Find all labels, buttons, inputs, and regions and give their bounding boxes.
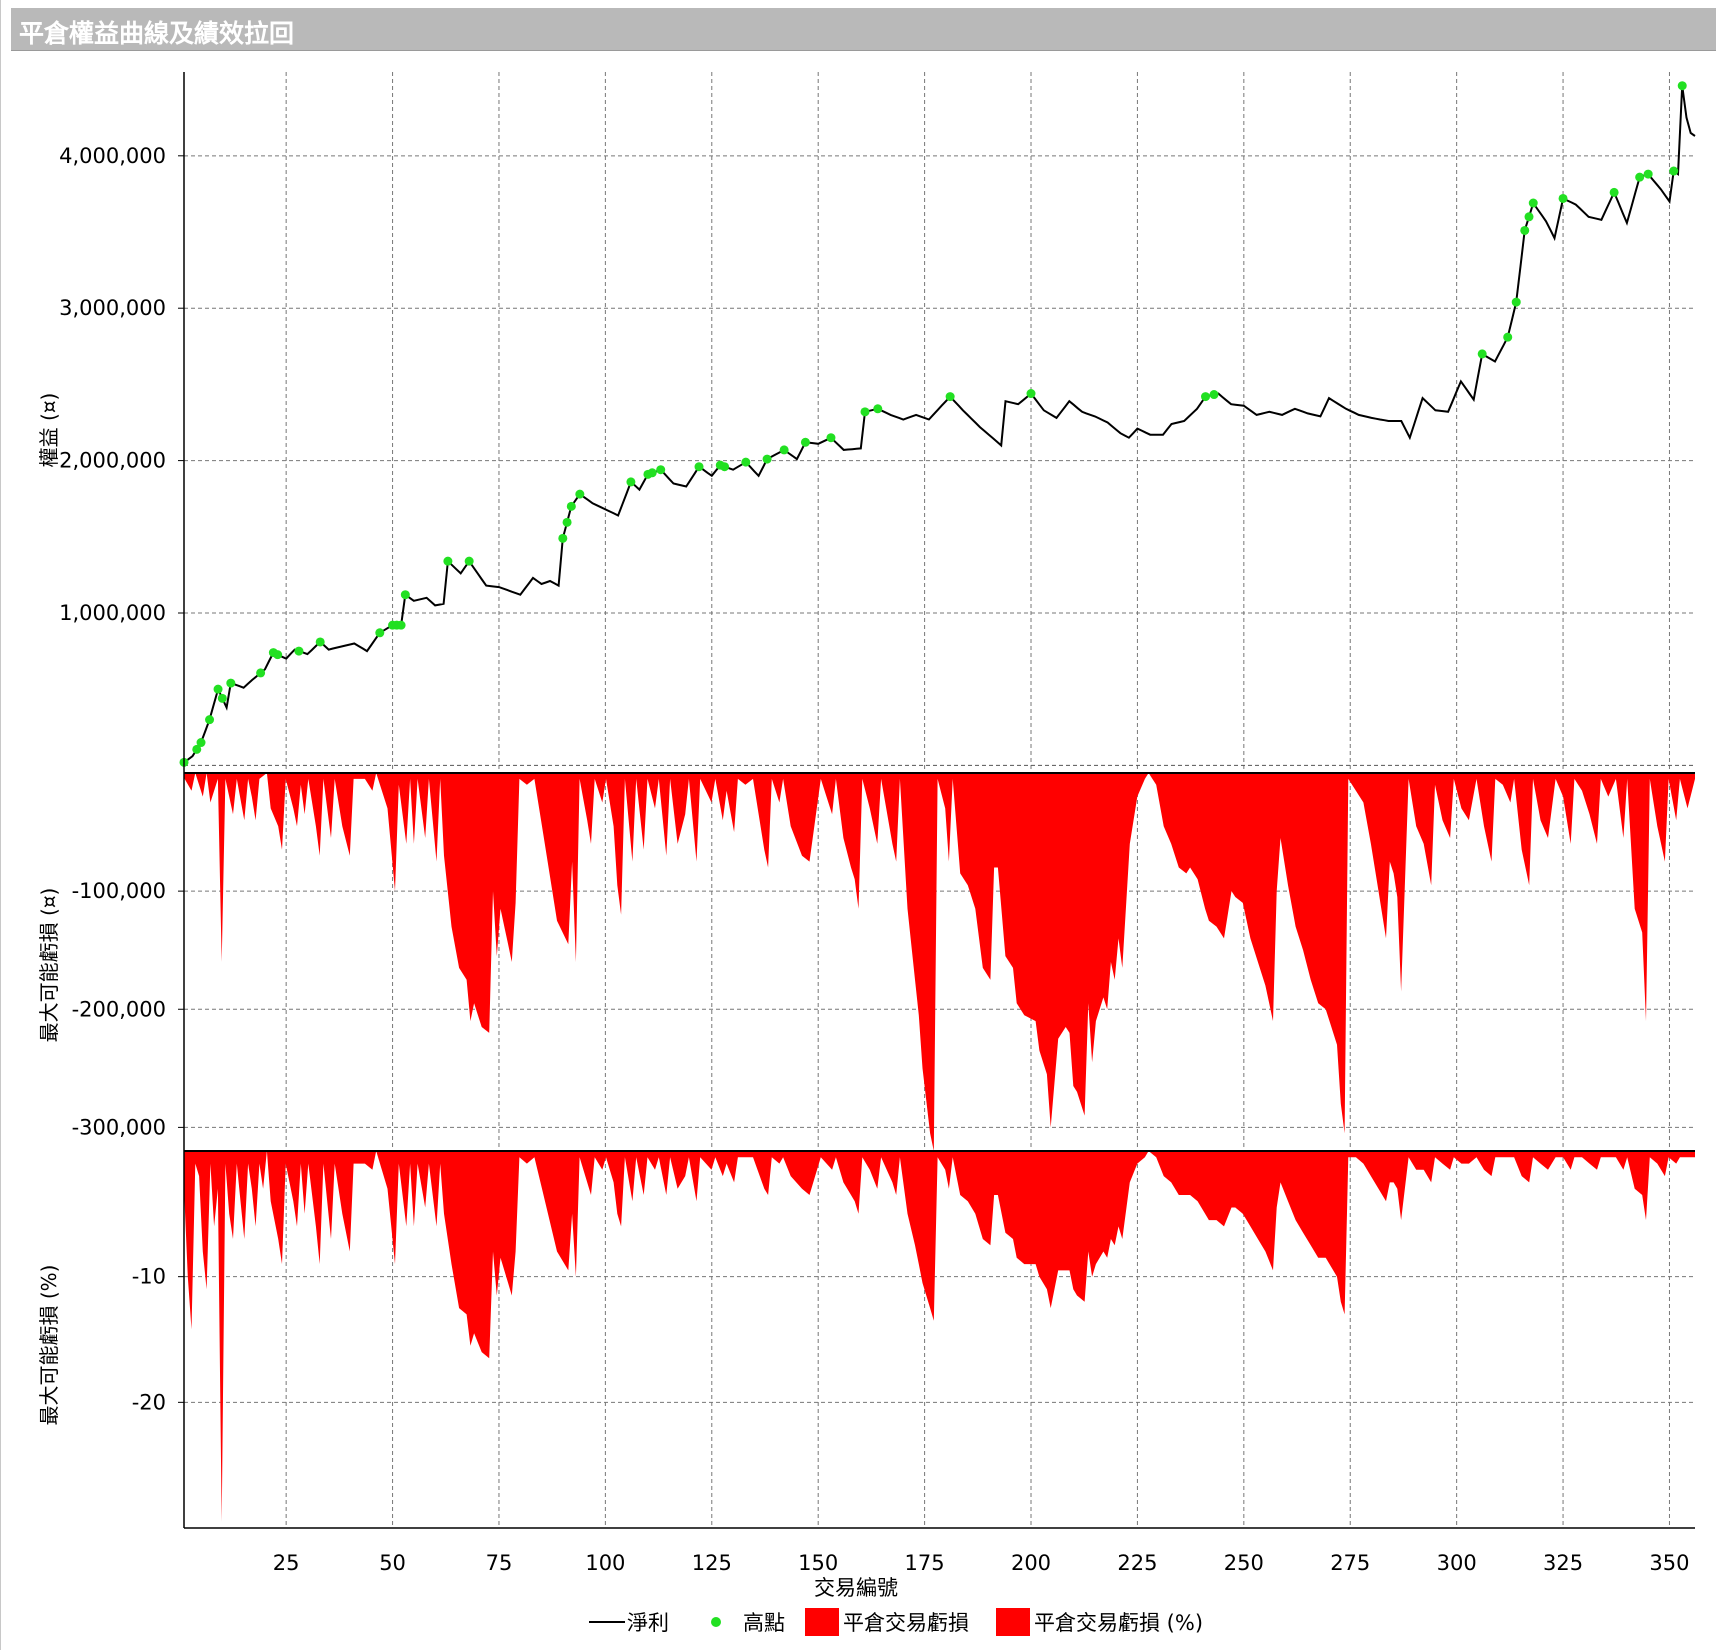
legend-item-drawdown-pct: 平倉交易虧損 (%) bbox=[996, 1600, 1203, 1644]
chart-window: 平倉權益曲線及績效拉回 25 50 75 100 125 150 175 200 225 250 2… bbox=[0, 0, 1716, 1650]
high-point-marker bbox=[1528, 198, 1538, 208]
high-point-marker bbox=[1026, 389, 1036, 399]
legend-item-net-profit: 淨利 bbox=[589, 1600, 669, 1644]
high-point-marker bbox=[315, 637, 325, 647]
drawdown-area bbox=[184, 773, 1695, 1151]
high-point-marker bbox=[1524, 212, 1534, 222]
drawdown-y-axis-label: 最大可能虧損 (¤) bbox=[37, 888, 61, 1043]
high-point-marker bbox=[1558, 193, 1568, 203]
box-swatch-icon bbox=[996, 1608, 1030, 1636]
y-tick-label: -10 bbox=[132, 1265, 166, 1289]
high-point-marker bbox=[375, 628, 385, 638]
high-point-marker bbox=[656, 465, 666, 475]
legend-label: 平倉交易虧損 bbox=[843, 1611, 969, 1635]
legend-item-drawdown: 平倉交易虧損 bbox=[805, 1600, 969, 1644]
legend-label: 淨利 bbox=[627, 1611, 669, 1635]
high-point-marker bbox=[196, 738, 206, 748]
equity-drawdown-chart: 25 50 75 100 125 150 175 200 225 250 275 300 325 350 1… bbox=[37, 72, 1696, 1600]
equity-line bbox=[183, 85, 1696, 764]
high-point-marker bbox=[762, 454, 772, 464]
high-point-marker bbox=[256, 668, 266, 678]
x-tick-label: 250 bbox=[1224, 1551, 1264, 1575]
x-tick-label: 225 bbox=[1117, 1551, 1157, 1575]
high-point-marker bbox=[694, 462, 704, 472]
y-tick-label: 3,000,000 bbox=[59, 296, 166, 320]
drawdown-pct-area bbox=[184, 1151, 1695, 1522]
high-point-marker bbox=[558, 533, 568, 543]
high-point-marker bbox=[217, 693, 227, 703]
high-point-marker bbox=[273, 650, 283, 660]
high-point-marker bbox=[1520, 225, 1530, 235]
high-point-marker bbox=[464, 556, 474, 566]
high-point-marker bbox=[1503, 332, 1513, 342]
high-point-marker bbox=[226, 678, 236, 688]
high-point-marker bbox=[720, 462, 730, 472]
x-tick-label: 75 bbox=[486, 1551, 513, 1575]
y-tick-label: -300,000 bbox=[72, 1115, 166, 1139]
high-point-marker bbox=[566, 501, 576, 511]
x-tick-label: 25 bbox=[273, 1551, 300, 1575]
legend-label: 高點 bbox=[743, 1611, 785, 1635]
high-point-marker bbox=[575, 489, 585, 499]
x-tick-label: 200 bbox=[1011, 1551, 1051, 1575]
x-tick-label: 150 bbox=[798, 1551, 838, 1575]
equity-y-axis-label: 權益 (¤) bbox=[37, 393, 61, 468]
high-point-marker bbox=[779, 445, 789, 455]
dot-swatch-icon bbox=[711, 1617, 721, 1627]
x-tick-label: 100 bbox=[585, 1551, 625, 1575]
high-point-marker bbox=[1677, 81, 1687, 91]
legend-item-highs: 高點 bbox=[711, 1600, 785, 1644]
x-tick-label: 325 bbox=[1543, 1551, 1583, 1575]
high-point-marker bbox=[1201, 392, 1211, 402]
high-point-marker bbox=[1609, 187, 1619, 197]
x-axis-label: 交易編號 bbox=[814, 1576, 898, 1600]
x-tick-label: 275 bbox=[1330, 1551, 1370, 1575]
high-point-marker bbox=[741, 457, 751, 467]
high-point-marker bbox=[443, 556, 453, 566]
high-point-marker bbox=[213, 684, 223, 694]
x-tick-label: 50 bbox=[379, 1551, 406, 1575]
high-point-marker bbox=[647, 468, 657, 478]
x-tick-label: 300 bbox=[1437, 1551, 1477, 1575]
legend: 淨利 高點 平倉交易虧損 平倉交易虧損 (%) bbox=[1, 1600, 1716, 1644]
y-tick-label: 4,000,000 bbox=[59, 144, 166, 168]
high-point-marker bbox=[294, 646, 304, 656]
high-point-marker bbox=[626, 477, 636, 487]
y-tick-label: -20 bbox=[132, 1390, 166, 1414]
series-layer bbox=[179, 81, 1696, 1522]
high-point-marker bbox=[1209, 390, 1219, 400]
high-point-marker bbox=[396, 620, 406, 630]
high-point-marker bbox=[1643, 169, 1653, 179]
high-point-marker bbox=[1511, 297, 1521, 307]
high-point-marker bbox=[860, 407, 870, 417]
x-tick-label: 125 bbox=[692, 1551, 732, 1575]
high-point-marker bbox=[562, 517, 572, 527]
y-tick-label: -100,000 bbox=[72, 879, 166, 903]
high-point-marker bbox=[826, 433, 836, 443]
y-tick-label: 2,000,000 bbox=[59, 449, 166, 473]
y-tick-label: 1,000,000 bbox=[59, 601, 166, 625]
high-point-marker bbox=[1635, 172, 1645, 182]
line-swatch-icon bbox=[589, 1621, 625, 1623]
y-tick-label: -200,000 bbox=[72, 997, 166, 1021]
high-point-marker bbox=[1477, 349, 1487, 359]
legend-label: 平倉交易虧損 (%) bbox=[1034, 1611, 1204, 1635]
high-point-marker bbox=[1669, 166, 1679, 176]
high-point-marker bbox=[873, 404, 883, 414]
x-tick-label: 350 bbox=[1649, 1551, 1689, 1575]
box-swatch-icon bbox=[805, 1608, 839, 1636]
x-tick-label: 175 bbox=[905, 1551, 945, 1575]
drawdown-pct-y-axis-label: 最大可能虧損 (%) bbox=[37, 1265, 61, 1426]
high-point-marker bbox=[205, 715, 215, 725]
high-point-marker bbox=[400, 590, 410, 600]
high-point-marker bbox=[800, 437, 810, 447]
high-point-marker bbox=[945, 392, 955, 402]
